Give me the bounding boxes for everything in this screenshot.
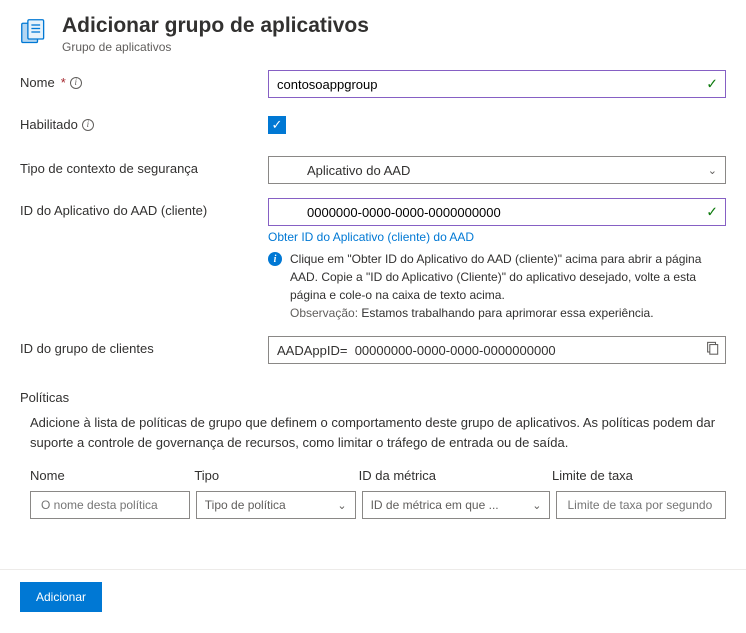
policies-description: Adicione à lista de políticas de grupo q… xyxy=(20,413,726,452)
chevron-down-icon: ⌄ xyxy=(708,164,717,177)
policy-rate-input[interactable] xyxy=(556,491,726,519)
policies-section-title: Políticas xyxy=(20,390,726,405)
policy-col-rate: Limite de taxa xyxy=(552,468,726,483)
policy-col-name: Nome xyxy=(30,468,194,483)
info-text: Clique em "Obter ID do Aplicativo do AAD… xyxy=(290,252,701,302)
context-type-select[interactable]: Aplicativo do AAD ⌄ xyxy=(268,156,726,184)
info-icon[interactable]: i xyxy=(82,119,94,131)
enabled-checkbox[interactable]: ✓ xyxy=(268,116,286,134)
panel-header: Adicionar grupo de aplicativos Grupo de … xyxy=(0,0,746,62)
aad-app-id-input[interactable] xyxy=(268,198,726,226)
context-type-value: Aplicativo do AAD xyxy=(307,163,410,178)
add-button[interactable]: Adicionar xyxy=(20,582,102,612)
chevron-down-icon: ⌄ xyxy=(532,499,541,512)
get-aad-id-link[interactable]: Obter ID do Aplicativo (cliente) do AAD xyxy=(268,230,474,244)
app-group-icon xyxy=(20,18,48,46)
client-group-id-label: ID do grupo de clientes xyxy=(20,336,268,356)
info-callout: i Clique em "Obter ID do Aplicativo do A… xyxy=(268,250,726,322)
policy-metric-select[interactable]: ID de métrica em que ...⌄ xyxy=(362,491,551,519)
policy-name-input[interactable] xyxy=(30,491,190,519)
client-group-id-field: AADAppID= 00000000-0000-0000-0000000000 xyxy=(268,336,726,364)
aad-app-id-label: ID do Aplicativo do AAD (cliente) xyxy=(20,198,268,218)
enabled-label: Habilitado i xyxy=(20,112,268,132)
page-title: Adicionar grupo de aplicativos xyxy=(62,14,369,38)
context-type-label: Tipo de contexto de segurança xyxy=(20,156,268,176)
observation-text: Estamos trabalhando para aprimorar essa … xyxy=(361,306,653,320)
copy-icon[interactable] xyxy=(705,342,719,359)
name-input[interactable] xyxy=(268,70,726,98)
policy-col-metric: ID da métrica xyxy=(359,468,552,483)
info-icon: i xyxy=(268,252,282,266)
observation-label: Observação: xyxy=(290,306,358,320)
info-icon[interactable]: i xyxy=(70,77,82,89)
name-label: Nome* i xyxy=(20,70,268,90)
check-icon: ✓ xyxy=(706,204,718,221)
page-subtitle: Grupo de aplicativos xyxy=(62,40,369,54)
check-icon: ✓ xyxy=(706,76,718,93)
policy-type-select[interactable]: Tipo de política⌄ xyxy=(196,491,356,519)
chevron-down-icon: ⌄ xyxy=(337,499,346,512)
policy-col-type: Tipo xyxy=(194,468,358,483)
footer: Adicionar xyxy=(0,569,746,624)
